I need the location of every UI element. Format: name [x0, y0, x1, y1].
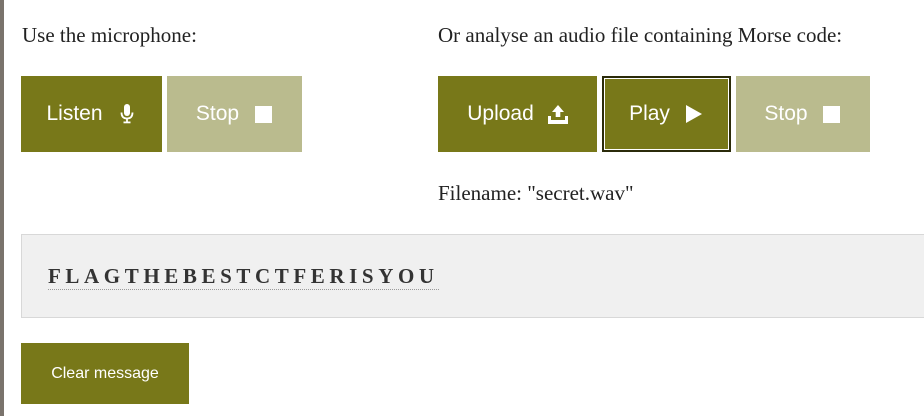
clear-message-button[interactable]: Clear message — [21, 343, 189, 404]
clear-message-button-label: Clear message — [51, 364, 159, 382]
listen-button[interactable]: Listen — [21, 76, 162, 152]
microphone-section-label: Use the microphone: — [22, 23, 197, 47]
play-button[interactable]: Play — [602, 76, 731, 152]
play-triangle-icon — [684, 103, 704, 125]
listen-button-label: Listen — [46, 102, 103, 125]
left-edge-rule — [0, 0, 4, 416]
upload-button-label: Upload — [467, 102, 534, 125]
microphone-icon — [117, 103, 137, 125]
file-stop-button-label: Stop — [764, 102, 808, 125]
file-stop-button[interactable]: Stop — [736, 76, 870, 152]
play-button-label: Play — [629, 102, 670, 125]
stop-square-icon — [822, 103, 842, 125]
filename-text: Filename: "secret.wav" — [438, 181, 634, 205]
decoded-message-panel: FLAGTHEBESTCTFERISYOU — [21, 234, 924, 318]
decoded-message-text: FLAGTHEBESTCTFERISYOU — [48, 264, 439, 290]
upload-icon — [547, 103, 568, 125]
mic-stop-button[interactable]: Stop — [167, 76, 302, 152]
mic-stop-button-label: Stop — [195, 102, 240, 125]
audio-file-section-label: Or analyse an audio file containing Mors… — [438, 23, 843, 47]
upload-button[interactable]: Upload — [438, 76, 597, 152]
stop-square-icon — [253, 103, 273, 125]
